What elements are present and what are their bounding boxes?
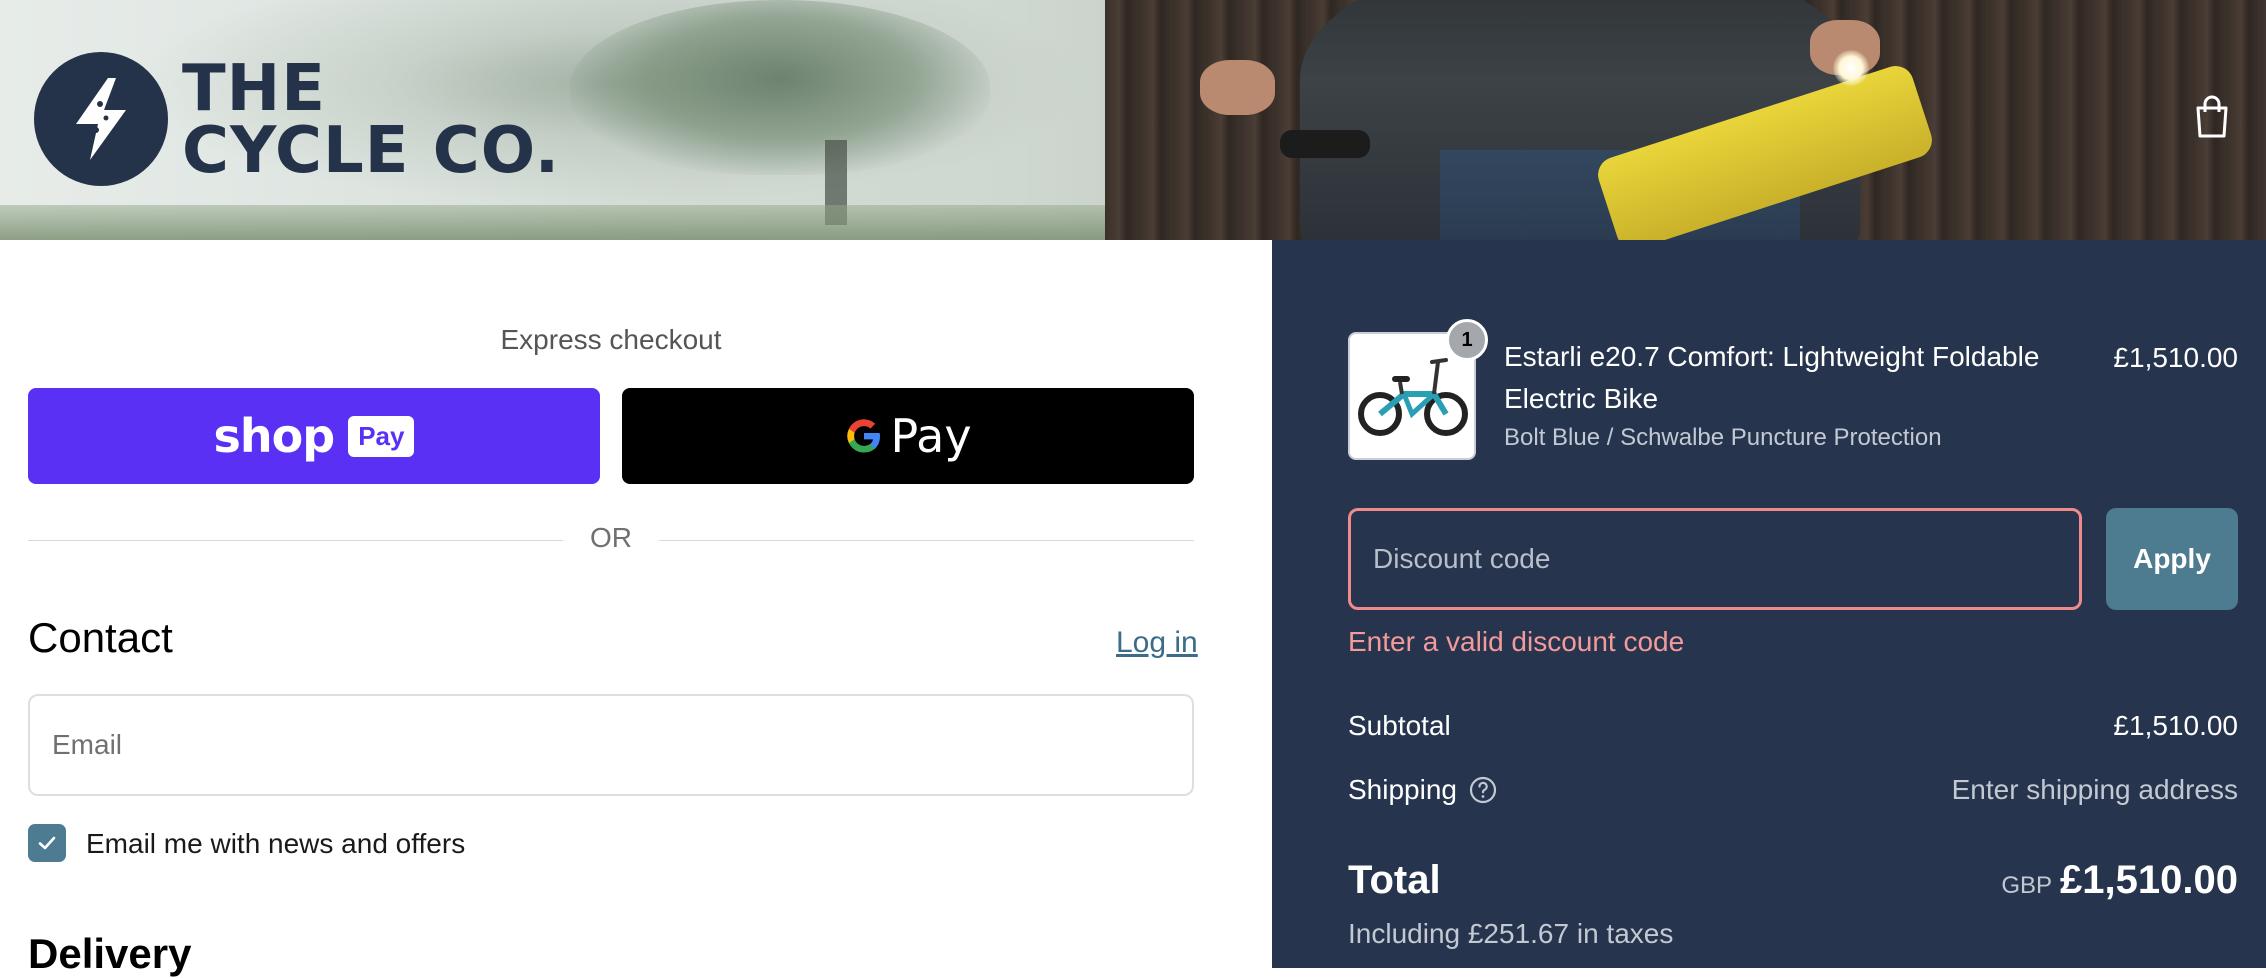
shop-pay-button[interactable]: shop Pay [28,388,600,484]
express-checkout-title: Express checkout [500,324,722,355]
store-name: THE CYCLE CO. [182,52,561,188]
bike-thumbnail [1358,358,1468,436]
product-price: £1,510.00 [2113,342,2238,373]
divider-line-right [659,540,1194,541]
or-divider: OR [28,518,1194,562]
shipping-value: Enter shipping address [1951,774,2238,805]
banner-tree [570,0,990,175]
checkmark-icon [38,836,56,850]
discount-code-field[interactable] [1348,508,2082,610]
apply-discount-button[interactable]: Apply [2106,508,2238,610]
total-label: Total [1348,858,1441,902]
news-offers-label[interactable]: Email me with news and offers [86,828,465,860]
store-name-line1: THE [182,52,326,126]
help-circle-icon[interactable] [1468,775,1498,805]
shop-pay-wordmark: shop [213,409,336,463]
lightning-logo-icon [76,78,126,160]
banner-bike-light [1833,50,1869,86]
email-field[interactable] [28,694,1194,796]
banner-bike-seat [1280,130,1370,158]
order-summary: 1 Estarli e20.7 Comfort: Lightweight Fol… [1272,240,2266,968]
store-name-line2: CYCLE CO. [182,114,561,188]
subtotal-value: £1,510.00 [2113,710,2238,741]
google-pay-wordmark: Pay [890,409,972,463]
divider-line-left [28,540,563,541]
shipping-label: Shipping [1348,774,1457,805]
discount-error-message: Enter a valid discount code [1348,626,1685,657]
banner-grass [0,205,1110,240]
login-link[interactable]: Log in [1116,626,1198,660]
header-banner: THE CYCLE CO. [0,0,2266,240]
product-name: Estarli e20.7 Comfort: Lightweight Folda… [1504,341,2040,414]
quantity-badge: 1 [1446,319,1488,361]
shop-pay-badge: Pay [348,415,415,457]
banner-hand-left [1200,60,1275,115]
currency-code: GBP [2001,872,2052,899]
shopping-bag-icon [2196,95,2228,138]
total-value: £1,510.00 [2060,858,2238,902]
taxes-note: Including £251.67 in taxes [1348,918,1674,949]
google-pay-button[interactable]: Pay [622,388,1194,484]
or-label: OR [590,522,632,553]
subtotal-label: Subtotal [1348,710,1451,741]
news-offers-checkbox[interactable] [28,824,66,862]
google-g-icon [847,419,881,453]
store-logo[interactable] [34,52,168,186]
cart-button[interactable] [2192,94,2232,140]
delivery-heading: Delivery [28,930,192,977]
product-variant: Bolt Blue / Schwalbe Puncture Protection [1504,424,1942,451]
checkout-form: Express checkout shop Pay Pay OR Contact… [0,240,1272,977]
contact-heading: Contact [28,614,173,661]
